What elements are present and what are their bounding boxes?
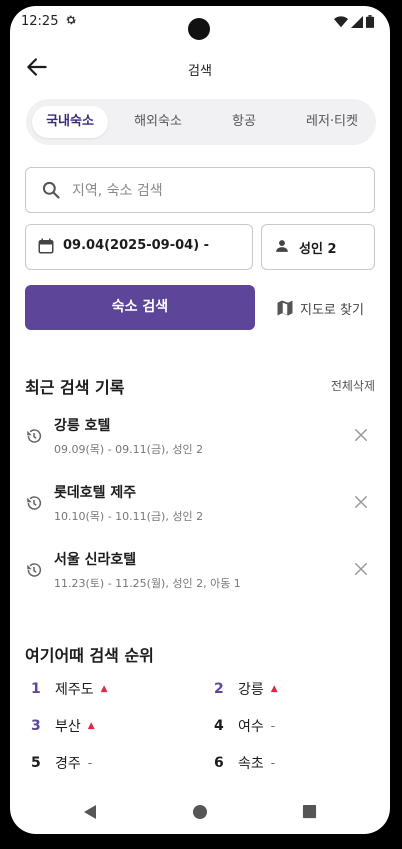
ranking-item[interactable]: 1 제주도 ▲ [31,678,108,700]
map-search-button[interactable]: 지도로 찾기 [276,297,364,319]
guest-selector[interactable]: 성인 2 [261,224,375,270]
camera-cutout [188,18,210,40]
system-nav-bar [10,792,390,834]
trend-flat-icon: - [270,756,276,770]
trend-flat-icon: - [87,756,93,770]
rank-number: 1 [31,681,41,697]
clear-all-button[interactable]: 전체삭제 [331,377,375,394]
phone-screen: 12:25 검색 국내숙소 해외숙소 항공 레저·티켓 지역, 숙소 검색 09… [10,6,390,834]
rank-number: 5 [31,755,41,771]
ranking-item[interactable]: 6 속초 - [214,752,275,774]
nav-recents-icon[interactable] [302,804,317,819]
ranking-item[interactable]: 5 경주 - [31,752,92,774]
nav-back-icon[interactable] [82,804,98,820]
ranking-item[interactable]: 2 강릉 ▲ [214,678,278,700]
rank-keyword: 제주도 [55,682,94,698]
rank-keyword: 강릉 [238,682,264,698]
tab-flight[interactable]: 항공 [206,106,282,138]
wifi-icon [334,15,348,27]
gear-icon [66,15,77,25]
rank-number: 3 [31,718,41,734]
category-tabs: 국내숙소 해외숙소 항공 레저·티켓 [26,99,376,145]
history-icon [27,496,42,510]
date-selector[interactable]: 09.04(2025-09-04) - [25,224,253,270]
system-icons [334,15,374,28]
close-icon[interactable] [352,493,370,511]
close-icon[interactable] [352,560,370,578]
rank-keyword: 부산 [55,719,81,735]
trend-up-icon: ▲ [270,684,278,694]
status-time: 12:25 [21,14,59,29]
search-icon [42,181,60,199]
app-bar: 검색 [10,46,390,92]
signal-icon [351,15,363,28]
recent-search-item[interactable]: 강릉 호텔 09.09(목) - 09.11(금), 성인 2 [10,406,390,466]
trend-flat-icon: - [270,719,276,733]
search-ranking-title: 여기어때 검색 순위 [25,646,154,665]
history-icon [27,429,42,443]
rank-keyword: 속초 [238,756,264,772]
recent-search-title: 최근 검색 기록 [25,378,125,397]
person-icon [276,240,288,252]
search-field[interactable] [25,167,375,213]
recent-search-item[interactable]: 롯데호텔 제주 10.10(목) - 10.11(금), 성인 2 [10,473,390,533]
map-search-label: 지도로 찾기 [300,302,364,318]
recent-search-item[interactable]: 서울 신라호텔 11.23(토) - 11.25(월), 성인 2, 아동 1 [10,540,390,600]
recent-search-name: 롯데호텔 제주 [54,485,137,501]
date-range-label: 09.04(2025-09-04) - [63,238,210,253]
battery-icon [366,15,374,28]
recent-search-name: 강릉 호텔 [54,418,111,434]
tab-domestic-stay[interactable]: 국내숙소 [32,106,108,138]
nav-home-icon[interactable] [192,804,208,820]
stay-search-button[interactable]: 숙소 검색 [25,285,255,330]
rank-keyword: 여수 [238,719,264,735]
trend-up-icon: ▲ [100,684,108,694]
history-icon [27,563,42,577]
tab-leisure-ticket[interactable]: 레저·티켓 [292,106,372,138]
guest-count-label: 성인 2 [299,242,337,257]
rank-keyword: 경주 [55,756,81,772]
recent-search-detail: 10.10(목) - 10.11(금), 성인 2 [54,510,204,523]
recent-search-detail: 11.23(토) - 11.25(월), 성인 2, 아동 1 [54,577,241,590]
ranking-item[interactable]: 4 여수 - [214,715,275,737]
trend-up-icon: ▲ [87,721,95,731]
calendar-icon [38,238,54,254]
close-icon[interactable] [352,426,370,444]
recent-search-name: 서울 신라호텔 [54,552,137,568]
map-icon [277,300,293,316]
search-input[interactable] [70,178,364,204]
tab-overseas-stay[interactable]: 해외숙소 [120,106,196,138]
rank-number: 2 [214,681,224,697]
page-title: 검색 [188,64,212,79]
ranking-item[interactable]: 3 부산 ▲ [31,715,95,737]
rank-number: 6 [214,755,224,771]
rank-number: 4 [214,718,224,734]
recent-search-detail: 09.09(목) - 09.11(금), 성인 2 [54,443,204,456]
